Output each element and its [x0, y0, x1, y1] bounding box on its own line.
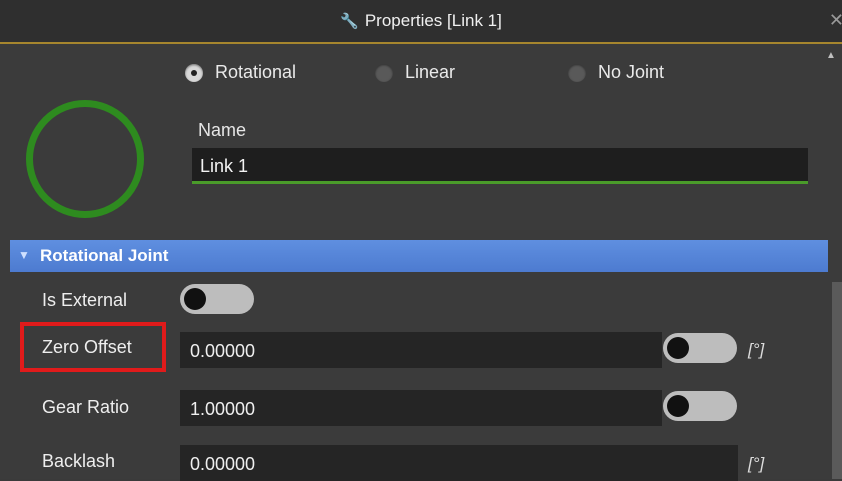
collapse-triangle-icon[interactable]: ▼ — [18, 248, 30, 262]
zero-offset-input[interactable]: 0.00000 — [180, 332, 662, 368]
close-icon[interactable]: ✕ — [829, 10, 842, 31]
toggle-knob — [184, 288, 206, 310]
title-bar: 🔧 Properties [Link 1] ✕ — [0, 0, 842, 44]
backlash-input[interactable]: 0.00000 — [180, 445, 738, 481]
zero-offset-unit: [°] — [748, 340, 765, 359]
zero-offset-label: Zero Offset — [42, 337, 132, 357]
radio-dot — [568, 63, 586, 82]
radio-no-joint[interactable]: No Joint — [568, 62, 664, 83]
link-ring-icon — [26, 100, 144, 218]
is-external-label: Is External — [42, 290, 128, 310]
radio-dot — [375, 63, 393, 82]
properties-panel: 🔧 Properties [Link 1] ✕ Rotational Linear… — [0, 0, 842, 481]
panel-title: 🔧 Properties [Link 1] — [0, 11, 842, 31]
wrench-icon: 🔧 — [340, 13, 359, 30]
radio-label: Rotational — [215, 62, 297, 82]
toggle-knob — [667, 337, 689, 359]
is-external-toggle[interactable] — [180, 284, 254, 314]
panel-title-text: Properties [Link 1] — [364, 11, 502, 30]
radio-label: No Joint — [598, 62, 665, 82]
scroll-up-arrow-icon[interactable]: ▲ — [826, 50, 836, 61]
toggle-knob — [667, 395, 689, 417]
radio-label: Linear — [405, 62, 456, 82]
backlash-label: Backlash — [42, 451, 116, 471]
section-title: Rotational Joint — [40, 246, 169, 265]
zero-offset-toggle[interactable] — [663, 333, 737, 363]
gear-ratio-input[interactable]: 1.00000 — [180, 390, 662, 426]
name-label: Name — [198, 120, 247, 140]
gear-ratio-label: Gear Ratio — [42, 397, 130, 417]
radio-rotational[interactable]: Rotational — [185, 62, 296, 83]
scrollbar-thumb[interactable] — [832, 282, 842, 479]
name-input[interactable]: Link 1 — [192, 148, 808, 184]
radio-dot-selected — [185, 63, 203, 82]
radio-linear[interactable]: Linear — [375, 62, 455, 83]
backlash-unit: [°] — [748, 454, 765, 473]
section-header-rotational-joint[interactable]: ▼ Rotational Joint — [10, 240, 828, 272]
gear-ratio-toggle[interactable] — [663, 391, 737, 421]
